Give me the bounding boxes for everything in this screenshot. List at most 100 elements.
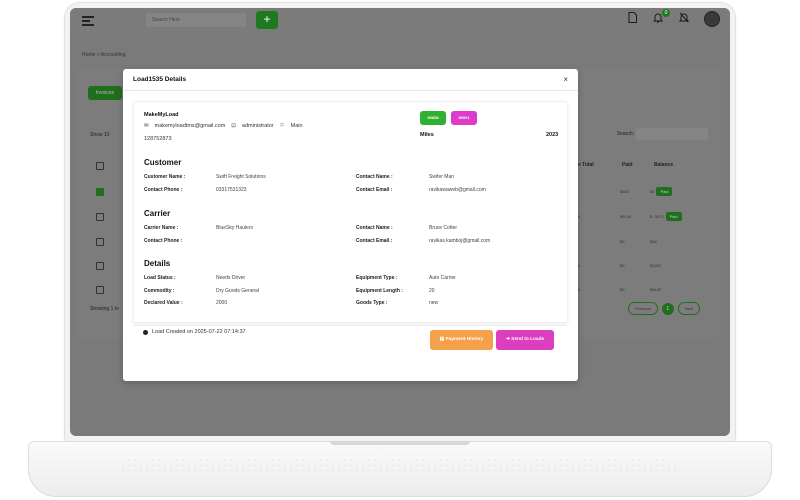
show-entries[interactable]: Show 10 xyxy=(90,132,109,138)
equipment-type-label: Equipment Type : xyxy=(356,275,398,281)
select-all-checkbox[interactable] xyxy=(96,162,104,170)
commodity: Dry Goods General xyxy=(216,288,260,294)
pagination: Previous 1 Next xyxy=(628,302,700,315)
load-created: Load Created on 2025-07-22 07:14:37 xyxy=(143,329,246,335)
carrier-email-label: Contact Email : xyxy=(356,238,393,244)
declared-value-label: Declared Value : xyxy=(144,300,183,306)
miles-value: 2023 xyxy=(546,132,559,138)
equipment-length-label: Equipment Length : xyxy=(356,288,403,294)
send-to-loads-button[interactable]: ➔ Send to Loads xyxy=(496,330,554,350)
next-button[interactable]: Next xyxy=(677,302,700,315)
tab-invoices[interactable]: Invoices xyxy=(88,86,122,100)
search-input[interactable]: Search Here xyxy=(146,13,246,27)
balance-cell: $ -3570 Paid xyxy=(650,212,682,221)
avatar[interactable] xyxy=(704,11,720,27)
breadcrumb: Home > Accounting xyxy=(82,52,126,58)
commodity-label: Commodity : xyxy=(144,288,175,294)
balance-cell: $9140 xyxy=(650,287,662,292)
paid-cell: $0 xyxy=(620,263,625,268)
load-tag: 80001 xyxy=(451,111,477,125)
row-checkbox[interactable] xyxy=(96,213,104,221)
customer-contact: Swifer Man xyxy=(429,174,455,180)
column-header-paid[interactable]: Paid xyxy=(622,162,633,168)
equipment-length: 20 xyxy=(429,288,435,294)
balance-cell: $1220 xyxy=(650,263,662,268)
top-navbar: Search Here + 0 xyxy=(70,8,730,34)
column-header-balance[interactable]: Balance xyxy=(654,162,673,168)
customer-name: Swift Freight Solutions xyxy=(216,174,266,180)
paid-cell: $9140 xyxy=(620,214,632,219)
previous-button[interactable]: Previous xyxy=(628,302,658,315)
row-checkbox[interactable] xyxy=(96,188,104,196)
goods-type-label: Goods Type : xyxy=(356,300,388,306)
load-created-text: Load Created on 2025-07-22 07:14:37 xyxy=(152,329,246,335)
balance-value: $0 xyxy=(650,189,655,194)
customer-phone-label: Contact Phone : xyxy=(144,187,183,193)
email-icon: ✉ xyxy=(144,123,149,129)
top-icons: 0 xyxy=(626,9,720,27)
company-email: makemyloadtms@gmail.com xyxy=(154,123,226,129)
notification-badge: 0 xyxy=(662,9,670,17)
row-checkbox[interactable] xyxy=(96,262,104,270)
section-title-carrier: Carrier xyxy=(144,209,171,218)
declared-value: 2000 xyxy=(216,300,228,306)
section-title-customer: Customer xyxy=(144,158,182,167)
load-tag: 60658 xyxy=(420,111,446,125)
goods-type: new xyxy=(429,300,439,306)
branch-icon: ⚐ xyxy=(279,123,285,129)
carrier-contact: Bruce Cotter xyxy=(429,225,458,231)
table-search[interactable]: Search: xyxy=(615,128,708,140)
total-cell: 0 xyxy=(578,263,581,268)
company-branch: Main xyxy=(290,123,303,129)
paid-cell: $350 xyxy=(620,189,629,194)
total-cell: 0 xyxy=(578,214,581,219)
balance-value: $ -3570 xyxy=(650,214,664,219)
status-badge: Paid xyxy=(656,187,673,196)
total-cell: 0 xyxy=(578,287,581,292)
table-search-input[interactable] xyxy=(636,128,708,140)
send-to-loads-label: Send to Loads xyxy=(511,337,545,342)
carrier-email: ravikas.kamboj@gmail.com xyxy=(429,238,491,244)
carrier-name-label: Carrier Name : xyxy=(144,225,179,231)
paid-cell: $0 xyxy=(620,287,625,292)
page-1-button[interactable]: 1 xyxy=(661,302,674,315)
divider xyxy=(133,325,568,326)
load-status-label: Load Status : xyxy=(144,275,176,281)
carrier-name: BlueSky Haulers xyxy=(216,225,253,231)
bell-icon[interactable]: 0 xyxy=(652,9,670,26)
table-search-label: Search: xyxy=(616,131,634,137)
miles-label: Miles xyxy=(420,132,434,138)
close-icon[interactable]: × xyxy=(563,75,568,84)
section-title-details: Details xyxy=(144,259,171,268)
paid-cell: $0 xyxy=(620,239,625,244)
modal-header: Load1535 Details × xyxy=(123,69,578,91)
equipment-type: Auto Carrier xyxy=(429,275,456,281)
modal-title: Load1535 Details xyxy=(133,76,187,83)
customer-name-label: Customer Name : xyxy=(144,174,186,180)
column-header-total[interactable]: e Total xyxy=(578,162,594,168)
company-phone: 128752873 xyxy=(144,136,172,142)
mute-icon[interactable] xyxy=(678,12,690,26)
payment-history-button[interactable]: ▤ Payment History xyxy=(430,330,493,350)
showing-entries: Showing 1 to xyxy=(90,306,119,312)
company-meta: ✉ makemyloadtms@gmail.com ⊡ administrato… xyxy=(144,123,303,129)
menu-icon[interactable] xyxy=(82,16,94,26)
add-button[interactable]: + xyxy=(256,11,278,29)
balance-cell: $0 Paid xyxy=(650,187,673,196)
carrier-phone-label: Contact Phone : xyxy=(144,238,183,244)
modal-body: MakeMyLoad ✉ makemyloadtms@gmail.com ⊡ a… xyxy=(133,101,568,373)
user-icon: ⊡ xyxy=(231,123,236,129)
dot-icon xyxy=(143,329,148,335)
laptop-notch xyxy=(330,441,470,445)
laptop-speaker-grille xyxy=(120,458,680,472)
load-status: Needs Driver xyxy=(216,275,246,281)
company-role: administrator xyxy=(241,123,274,129)
customer-email: ravikawaweb@gmail.com xyxy=(429,187,486,193)
document-icon[interactable] xyxy=(626,12,638,26)
load-details-modal: Load1535 Details × MakeMyLoad ✉ makemylo… xyxy=(123,69,578,381)
customer-contact-label: Contact Name : xyxy=(356,174,393,180)
row-checkbox[interactable] xyxy=(96,238,104,246)
customer-phone: 03317531323 xyxy=(216,187,247,193)
balance-cell: $36 xyxy=(650,239,657,244)
row-checkbox[interactable] xyxy=(96,286,104,294)
